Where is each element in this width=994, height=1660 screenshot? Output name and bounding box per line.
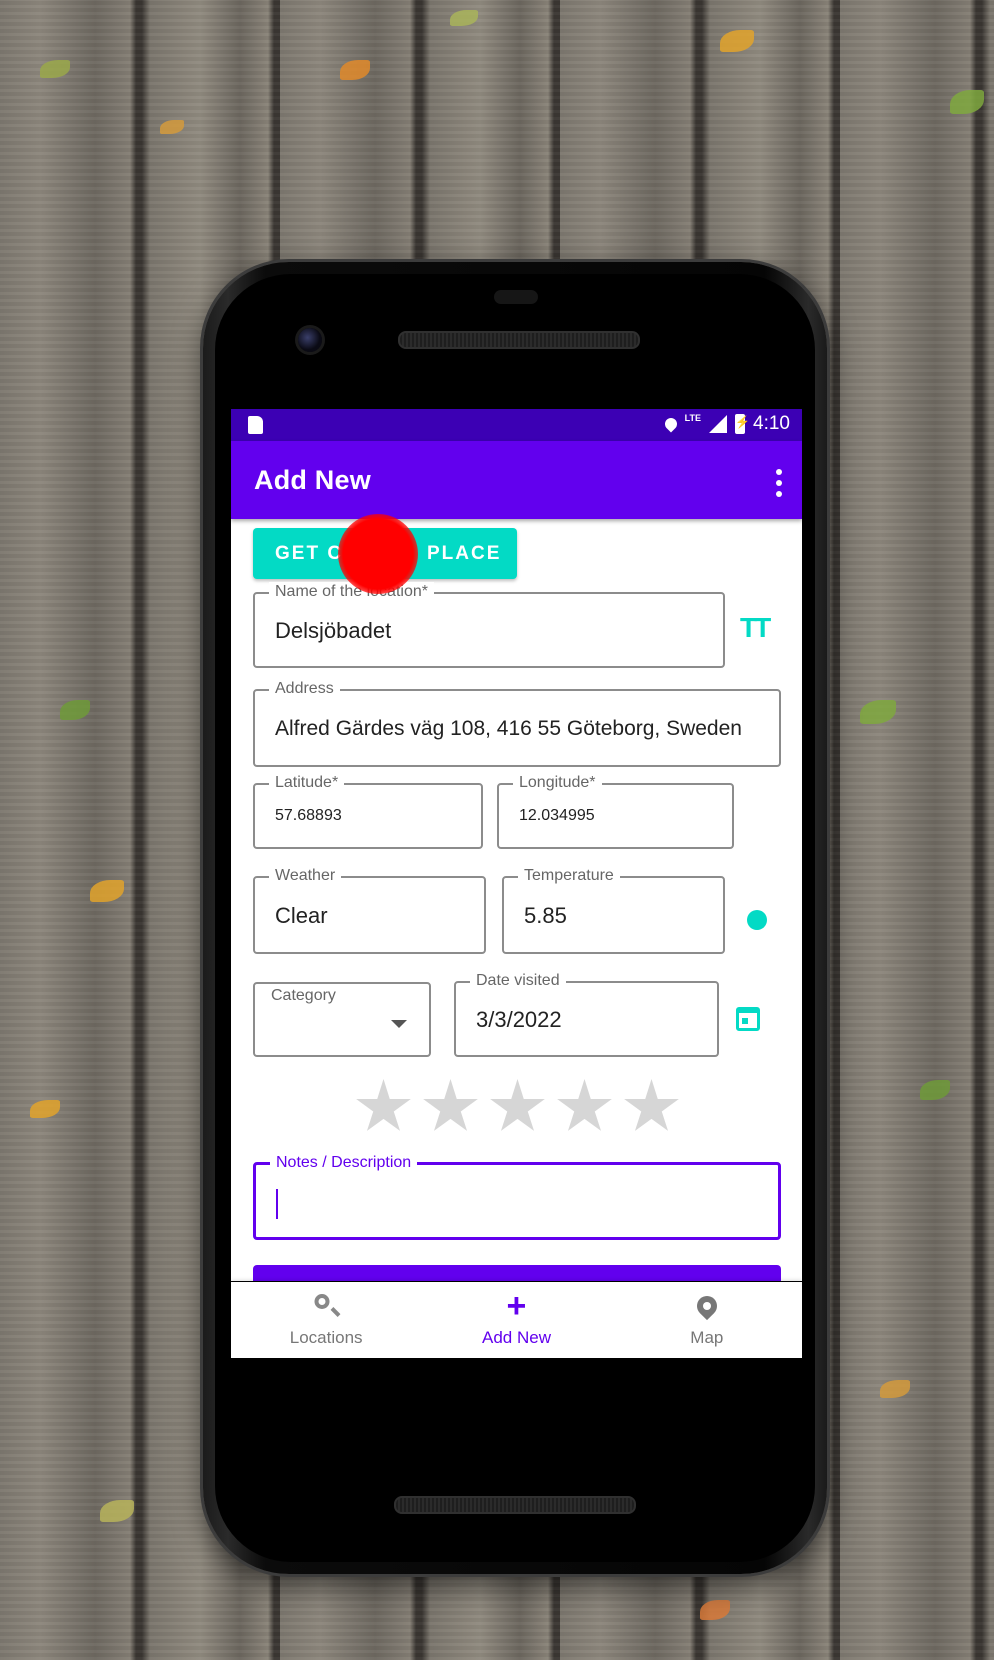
category-dropdown[interactable]: Category: [253, 982, 431, 1057]
search-icon: [314, 1294, 330, 1309]
date-visited-label: Date visited: [470, 971, 566, 991]
more-vert-icon[interactable]: [776, 469, 782, 497]
nav-label-add-new: Add New: [482, 1328, 551, 1347]
notes-label: Notes / Description: [270, 1153, 418, 1173]
address-label: Address: [269, 679, 340, 699]
date-visited-value: 3/3/2022: [476, 1007, 562, 1032]
nav-label-locations: Locations: [289, 1328, 363, 1347]
star-icon[interactable]: [356, 1079, 411, 1131]
plus-icon: +: [506, 1287, 527, 1325]
weather-value: Clear: [275, 903, 328, 928]
star-icon[interactable]: [557, 1079, 612, 1131]
bottom-speaker-grille: [394, 1496, 636, 1514]
earpiece-slot: [494, 290, 538, 304]
front-camera-icon: [298, 328, 322, 352]
page-title: Add New: [254, 465, 371, 495]
longitude-value: 12.034995: [519, 807, 595, 824]
weather-label: Weather: [269, 866, 342, 886]
name-label: Name of the location*: [269, 582, 434, 602]
latitude-label: Latitude*: [269, 773, 345, 793]
nav-item-locations[interactable]: Locations: [231, 1282, 421, 1358]
status-bar: LTE 4:10: [231, 409, 802, 441]
calendar-icon[interactable]: [736, 1007, 760, 1031]
get-place-label-right: PLACE: [427, 542, 502, 564]
name-field[interactable]: Name of the location* Delsjöbadet: [253, 582, 725, 668]
get-place-label-left: GET C: [275, 542, 344, 564]
status-time: 4:10: [753, 413, 790, 434]
map-pin-icon: [692, 1291, 721, 1321]
phone-screen: LTE 4:10 Add New GET C PLACE Name of the…: [231, 409, 802, 1358]
network-type: LTE: [684, 413, 702, 423]
location-icon: [662, 415, 680, 433]
top-speaker-grille: [398, 331, 640, 349]
longitude-field[interactable]: Longitude* 12.034995: [497, 773, 734, 849]
sun-icon[interactable]: [740, 903, 774, 937]
star-icon[interactable]: [423, 1079, 478, 1131]
form-content: GET C PLACE Name of the location* Delsjö…: [231, 514, 802, 1281]
weather-field[interactable]: Weather Clear: [253, 866, 486, 954]
notes-field[interactable]: Notes / Description: [253, 1153, 781, 1240]
nav-item-map[interactable]: Map: [612, 1282, 802, 1358]
star-icon[interactable]: [624, 1079, 679, 1131]
address-value: Alfred Gärdes väg 108, 416 55 Göteborg, …: [275, 717, 742, 740]
save-button[interactable]: [253, 1265, 781, 1281]
nav-label-map: Map: [690, 1328, 724, 1347]
rating-stars[interactable]: [355, 1079, 680, 1136]
temperature-label: Temperature: [518, 866, 620, 886]
latitude-field[interactable]: Latitude* 57.68893: [253, 773, 483, 849]
longitude-label: Longitude*: [513, 773, 602, 793]
text-cursor: [276, 1189, 278, 1219]
battery-charging-icon: [735, 414, 750, 434]
temperature-value: 5.85: [524, 903, 567, 928]
nav-item-add-new[interactable]: + Add New: [421, 1282, 611, 1358]
chevron-down-icon: [391, 1020, 407, 1028]
text-size-icon[interactable]: TT: [740, 612, 771, 644]
bottom-navigation: Locations + Add New Map: [231, 1282, 802, 1358]
star-icon[interactable]: [490, 1079, 545, 1131]
temperature-field[interactable]: Temperature 5.85: [502, 866, 725, 954]
name-value: Delsjöbadet: [275, 618, 392, 643]
app-bar: Add New: [231, 441, 802, 519]
sd-card-icon: [248, 416, 263, 434]
category-label: Category: [271, 987, 336, 1004]
address-field[interactable]: Address Alfred Gärdes väg 108, 416 55 Gö…: [253, 679, 781, 767]
signal-icon: [709, 415, 728, 433]
touch-indicator: [338, 514, 418, 594]
latitude-value: 57.68893: [275, 807, 342, 824]
date-visited-field[interactable]: Date visited 3/3/2022: [454, 971, 719, 1057]
